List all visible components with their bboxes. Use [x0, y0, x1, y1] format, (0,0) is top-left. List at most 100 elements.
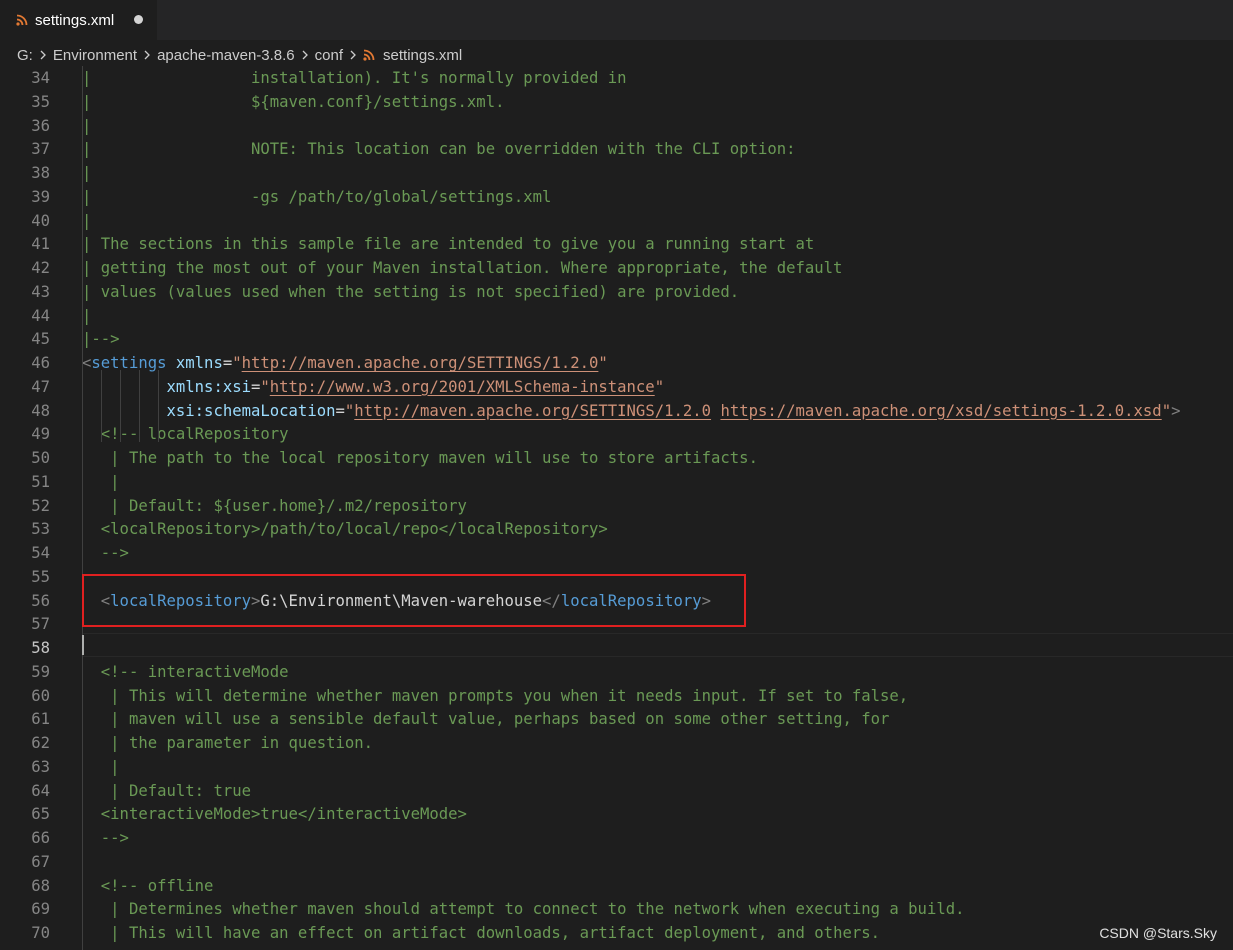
code-line[interactable]: 42 | getting the most out of your Maven i… — [0, 256, 1233, 280]
unsaved-changes-dot-icon[interactable] — [134, 15, 143, 24]
code-line[interactable]: 61 | maven will use a sensible default v… — [0, 707, 1233, 731]
rss-icon — [16, 11, 28, 30]
code-token: | — [82, 306, 92, 325]
code-text: | — [82, 209, 91, 233]
text-cursor — [82, 635, 84, 655]
code-line[interactable]: 54 --> — [0, 541, 1233, 565]
code-text: | values (values used when the setting i… — [82, 280, 739, 304]
code-token: | maven will use a sensible default valu… — [110, 710, 890, 729]
code-line[interactable]: 47 xmlns:xsi="http://www.w3.org/2001/XML… — [0, 375, 1233, 399]
code-line[interactable]: 53 <localRepository>/path/to/local/repo<… — [0, 517, 1233, 541]
line-number: 52 — [31, 496, 50, 515]
code-line[interactable]: 58 — [0, 636, 1233, 660]
code-line[interactable]: 37 | NOTE: This location can be overridde… — [0, 137, 1233, 161]
line-number: 63 — [31, 757, 50, 776]
code-token[interactable]: http://www.w3.org/2001/XMLSchema-instanc… — [270, 378, 655, 396]
code-token: | Determines whether maven should attemp… — [110, 900, 965, 919]
breadcrumb-item-conf[interactable]: conf — [315, 47, 343, 64]
code-text: <!-- offline — [82, 874, 214, 898]
code-token[interactable]: http://maven.apache.org/SETTINGS/1.2.0 — [354, 402, 711, 420]
code-token: <localRepository>/path/to/local/repo</lo… — [100, 520, 608, 539]
code-line[interactable]: 63 | — [0, 755, 1233, 779]
code-token: < — [82, 354, 92, 372]
code-text: --> — [82, 541, 129, 565]
code-token: xmlns — [175, 354, 223, 372]
code-line[interactable]: 41 | The sections in this sample file are… — [0, 232, 1233, 256]
code-text: | Default: ${user.home}/.m2/repository — [82, 494, 467, 518]
code-line[interactable]: 67 — [0, 850, 1233, 874]
code-text: |--> — [82, 327, 120, 351]
code-line[interactable]: 45 |--> — [0, 327, 1233, 351]
code-token: |--> — [82, 330, 120, 349]
code-token: > — [1171, 401, 1181, 420]
code-text: | The path to the local repository maven… — [82, 446, 758, 470]
code-line[interactable]: 46 <settings xmlns="http://maven.apache.o… — [0, 351, 1233, 375]
code-token: <interactiveMode>true</interactiveMode> — [100, 805, 467, 824]
code-token[interactable]: http://maven.apache.org/SETTINGS/1.2.0 — [242, 354, 599, 372]
code-line[interactable]: 38 | — [0, 161, 1233, 185]
code-token: | NOTE: This location can be overridden … — [82, 140, 796, 159]
line-number: 38 — [31, 164, 50, 182]
code-line[interactable]: 49 <!-- localRepository — [0, 422, 1233, 446]
chevron-right-icon — [349, 49, 357, 61]
code-line[interactable]: 62 | the parameter in question. — [0, 731, 1233, 755]
line-number: 42 — [31, 259, 50, 277]
code-line[interactable]: 52 | Default: ${user.home}/.m2/repositor… — [0, 494, 1233, 518]
code-line[interactable]: 68 <!-- offline — [0, 874, 1233, 898]
line-number: 64 — [31, 781, 50, 800]
code-line[interactable]: 35 | ${maven.conf}/settings.xml. — [0, 90, 1233, 114]
line-number: 60 — [31, 686, 50, 705]
code-line[interactable]: 48 xsi:schemaLocation="http://maven.apac… — [0, 399, 1233, 423]
breadcrumb-item-apache-maven[interactable]: apache-maven-3.8.6 — [157, 47, 295, 64]
breadcrumb-item-drive[interactable]: G: — [17, 47, 33, 64]
code-line[interactable]: 51 | — [0, 470, 1233, 494]
code-line[interactable]: 44 | — [0, 304, 1233, 328]
code-line[interactable]: 36 | — [0, 114, 1233, 138]
code-line[interactable]: 60 | This will determine whether maven p… — [0, 684, 1233, 708]
code-text: | — [82, 755, 119, 779]
line-number: 45 — [31, 330, 50, 349]
code-token: | -gs /path/to/global/settings.xml — [82, 187, 552, 206]
code-token: --> — [100, 544, 129, 562]
code-line[interactable]: 70 | This will have an effect on artifac… — [0, 921, 1233, 945]
code-token: xmlns:xsi — [166, 377, 252, 396]
breadcrumb-item-environment[interactable]: Environment — [53, 47, 137, 64]
code-line[interactable]: 69 | Determines whether maven should att… — [0, 897, 1233, 921]
line-number: 50 — [31, 449, 50, 467]
line-number: 51 — [31, 472, 50, 491]
chevron-right-icon — [143, 49, 151, 61]
code-token: " — [344, 401, 355, 420]
code-line[interactable]: 65 <interactiveMode>true</interactiveMod… — [0, 802, 1233, 826]
code-line[interactable]: 59 <!-- interactiveMode — [0, 660, 1233, 684]
code-line[interactable]: 64 | Default: true — [0, 779, 1233, 803]
code-editor[interactable]: 34 | installation). It's normally provide… — [0, 66, 1233, 950]
code-token[interactable]: https://maven.apache.org/xsd/settings-1.… — [720, 402, 1161, 420]
code-line[interactable]: 50 | The path to the local repository ma… — [0, 446, 1233, 470]
tab-settings-xml[interactable]: settings.xml — [0, 0, 157, 40]
code-token: <!-- localRepository — [100, 425, 289, 444]
indent-guide — [120, 370, 121, 442]
code-line[interactable]: 40 | — [0, 209, 1233, 233]
code-token: | This will determine whether maven prom… — [110, 686, 909, 705]
code-line[interactable]: 66 --> — [0, 826, 1233, 850]
code-text: | Determines whether maven should attemp… — [82, 897, 965, 921]
annotation-box — [82, 574, 746, 627]
code-text: | ${maven.conf}/settings.xml. — [82, 90, 504, 114]
indent-guide — [82, 66, 83, 950]
code-line[interactable]: 34 | installation). It's normally provide… — [0, 66, 1233, 90]
code-token: | This will have an effect on artifact d… — [110, 924, 881, 942]
code-token: " — [1161, 401, 1172, 420]
code-line[interactable]: 43 | values (values used when the setting… — [0, 280, 1233, 304]
line-number: 67 — [31, 852, 50, 871]
line-number: 44 — [31, 306, 50, 325]
breadcrumb-item-file[interactable]: settings.xml — [383, 47, 462, 64]
code-line[interactable]: 39 | -gs /path/to/global/settings.xml — [0, 185, 1233, 209]
